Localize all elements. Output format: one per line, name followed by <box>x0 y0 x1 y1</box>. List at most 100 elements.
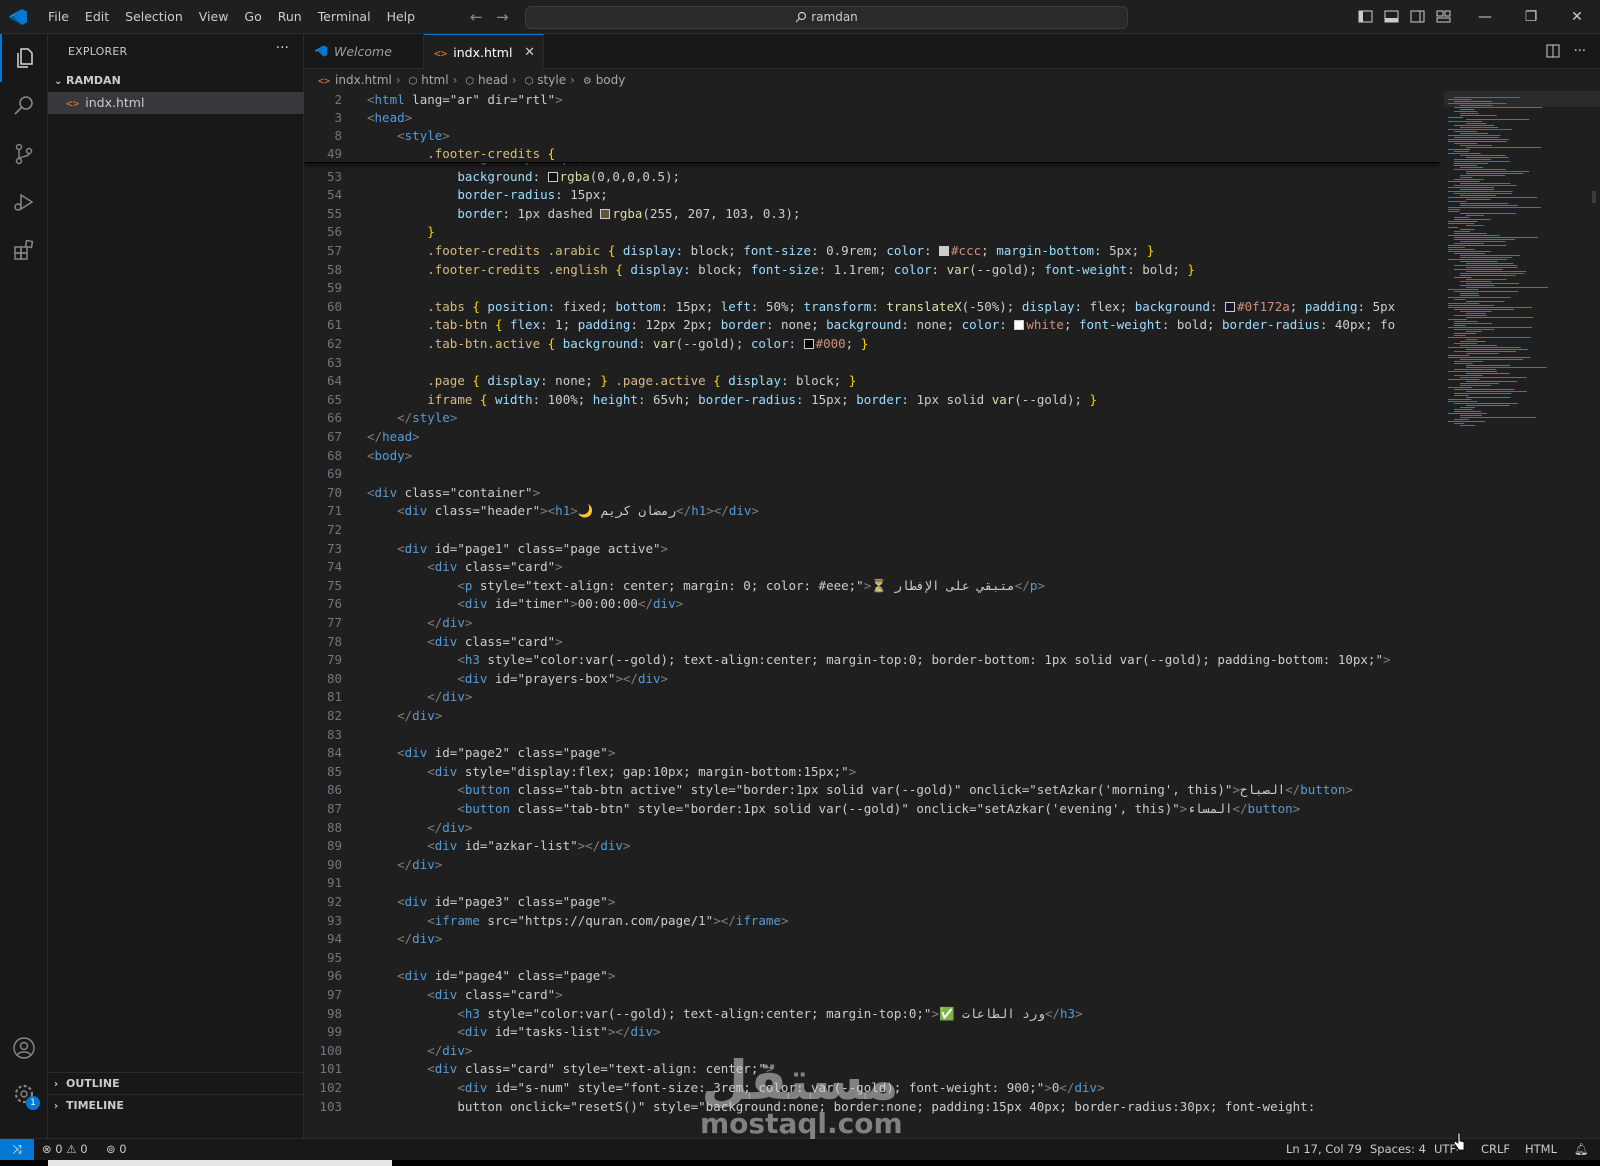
breadcrumb-item[interactable]: ⬡ html <box>409 73 449 87</box>
code-line[interactable]: </div> <box>367 819 472 837</box>
code-line[interactable]: <div id="prayers-box"></div> <box>367 670 668 688</box>
problems-indicator[interactable]: ⊗ 0 ⚠ 0 <box>42 1139 88 1160</box>
code-line[interactable]: <div id="page3" class="page"> <box>367 893 615 911</box>
code-line[interactable]: .page { display: none; } .page.active { … <box>367 372 856 390</box>
timeline-section[interactable]: › TIMELINE <box>48 1094 304 1116</box>
menu-item-help[interactable]: Help <box>379 0 424 34</box>
menu-item-go[interactable]: Go <box>236 0 269 34</box>
code-line[interactable]: </div> <box>367 688 472 706</box>
code-line[interactable]: <body> <box>367 447 412 465</box>
close-icon[interactable]: ✕ <box>1554 0 1600 34</box>
manage-gear-icon[interactable]: 1 <box>0 1070 48 1118</box>
line-number: 97 <box>326 987 342 1002</box>
code-line[interactable]: <div class="card"> <box>367 986 562 1004</box>
sticky-code-line[interactable]: <html lang="ar" dir="rtl"> <box>367 91 563 109</box>
menu-item-run[interactable]: Run <box>270 0 310 34</box>
code-line[interactable]: <iframe src="https://quran.com/page/1"><… <box>367 912 788 930</box>
more-actions-icon[interactable]: ··· <box>276 40 289 56</box>
command-center-search[interactable]: ramdan <box>525 6 1128 29</box>
tab-welcome[interactable]: Welcome <box>304 34 424 69</box>
breadcrumb-item[interactable]: ⬡ head <box>465 73 508 87</box>
code-line[interactable]: <div class="container"> <box>367 484 540 502</box>
customize-layout-icon[interactable] <box>1436 9 1451 24</box>
more-actions-icon[interactable]: ··· <box>1574 44 1586 62</box>
code-line[interactable]: </style> <box>367 409 457 427</box>
ports-indicator[interactable]: ⊚ 0 <box>106 1139 127 1160</box>
code-line[interactable]: .tab-btn.active { background: var(--gold… <box>367 335 868 353</box>
toggle-panel-icon[interactable] <box>1384 9 1399 24</box>
breadcrumb-item[interactable]: ⬡ style <box>525 73 567 87</box>
chevron-right-icon: › <box>570 73 575 87</box>
code-line[interactable]: <div class="card"> <box>367 558 562 576</box>
minimap-line <box>1448 211 1460 212</box>
explorer-icon[interactable] <box>0 34 48 82</box>
code-line[interactable]: <button class="tab-btn active" style="bo… <box>367 781 1353 799</box>
code-line[interactable]: </head> <box>367 428 420 446</box>
code-line[interactable]: <div class="header"><h1>🌙 رمضان كريم</h1… <box>367 502 759 520</box>
code-line[interactable]: } <box>367 223 435 241</box>
search-icon[interactable] <box>0 82 48 130</box>
code-line[interactable]: </div> <box>367 614 472 632</box>
code-line[interactable]: </div> <box>367 930 442 948</box>
code-line[interactable]: <p style="text-align: center; margin: 0;… <box>367 577 1045 595</box>
split-editor-icon[interactable] <box>1546 44 1560 62</box>
minimap[interactable] <box>1440 91 1600 1138</box>
code-line[interactable]: <div id="timer">00:00:00</div> <box>367 595 683 613</box>
language-mode[interactable]: HTML <box>1525 1139 1557 1160</box>
minimap-line <box>1460 133 1489 134</box>
run-debug-icon[interactable] <box>0 178 48 226</box>
code-line[interactable]: <div class="card"> <box>367 633 562 651</box>
breadcrumb-item[interactable]: ⚙ body <box>583 73 626 87</box>
minimize-icon[interactable]: — <box>1462 0 1508 34</box>
menu-item-terminal[interactable]: Terminal <box>310 0 379 34</box>
restore-icon[interactable]: ❐ <box>1508 0 1554 34</box>
forward-arrow-icon[interactable]: → <box>496 8 509 26</box>
code-editor[interactable]: 2 <html lang="ar" dir="rtl"> 3 <head> 8 <sty… <box>304 91 1440 1138</box>
code-line[interactable]: .tab-btn { flex: 1; padding: 12px 2px; b… <box>367 316 1395 334</box>
extensions-icon[interactable] <box>0 226 48 274</box>
code-line[interactable]: </div> <box>367 856 442 874</box>
toggle-secondary-sidebar-icon[interactable] <box>1410 9 1425 24</box>
sticky-code-line[interactable]: <style> <box>367 127 450 145</box>
file-indx-html[interactable]: <> indx.html <box>48 92 304 114</box>
code-line[interactable]: <button class="tab-btn" style="border:1p… <box>367 800 1300 818</box>
code-line[interactable]: <div id="page1" class="page active"> <box>367 540 668 558</box>
code-line[interactable]: iframe { width: 100%; height: 65vh; bord… <box>367 391 1097 409</box>
code-line[interactable]: <div id="page4" class="page"> <box>367 967 615 985</box>
back-arrow-icon[interactable]: ← <box>470 8 483 26</box>
menu-item-edit[interactable]: Edit <box>77 0 117 34</box>
minimap-line <box>1454 315 1487 316</box>
code-line[interactable]: .footer-credits .arabic { display: block… <box>367 242 1154 260</box>
close-tab-icon[interactable]: ✕ <box>524 35 535 70</box>
breadcrumb-item[interactable]: <> indx.html <box>318 73 392 87</box>
code-line[interactable]: </div> <box>367 707 442 725</box>
code-line[interactable]: <h3 style="color:var(--gold); text-align… <box>367 651 1390 669</box>
code-line[interactable]: <div id="azkar-list"></div> <box>367 837 630 855</box>
code-line[interactable]: border-radius: 15px; <box>367 186 608 204</box>
code-line[interactable]: .tabs { position: fixed; bottom: 15px; l… <box>367 298 1395 316</box>
code-line[interactable]: <div id="tasks-list"></div> <box>367 1023 660 1041</box>
code-line[interactable]: <h3 style="color:var(--gold); text-align… <box>367 1005 1082 1023</box>
cursor-position[interactable]: Ln 17, Col 79 <box>1286 1139 1362 1160</box>
remote-indicator-icon[interactable]: ⤨ <box>0 1139 34 1161</box>
code-line[interactable]: .footer-credits .english { display: bloc… <box>367 261 1195 279</box>
code-line[interactable]: <div style="display:flex; gap:10px; marg… <box>367 763 856 781</box>
tab-indx-html[interactable]: <> indx.html ✕ <box>424 34 544 69</box>
outline-section[interactable]: › OUTLINE <box>48 1072 304 1094</box>
notifications-bell-icon[interactable]: 🔔︎ <box>1574 1139 1589 1160</box>
end-of-line[interactable]: CRLF <box>1481 1139 1510 1160</box>
menu-item-view[interactable]: View <box>191 0 237 34</box>
code-line[interactable]: <div id="page2" class="page"> <box>367 744 615 762</box>
indentation[interactable]: Spaces: 4 <box>1370 1139 1426 1160</box>
source-control-icon[interactable] <box>0 130 48 178</box>
menu-item-file[interactable]: File <box>40 0 77 34</box>
folder-ramdan[interactable]: ⌄ RAMDAN <box>48 70 304 92</box>
menu-item-selection[interactable]: Selection <box>117 0 191 34</box>
sticky-code-line[interactable]: <head> <box>367 109 412 127</box>
code-line[interactable]: border: 1px dashed rgba(255, 207, 103, 0… <box>367 205 800 223</box>
code-line[interactable]: background: rgba(0,0,0,0.5); <box>367 168 680 186</box>
toggle-primary-sidebar-icon[interactable] <box>1358 9 1373 24</box>
accounts-icon[interactable] <box>0 1024 48 1072</box>
code-line[interactable]: </div> <box>367 1042 472 1060</box>
sticky-code-line[interactable]: .footer-credits { <box>367 145 555 163</box>
